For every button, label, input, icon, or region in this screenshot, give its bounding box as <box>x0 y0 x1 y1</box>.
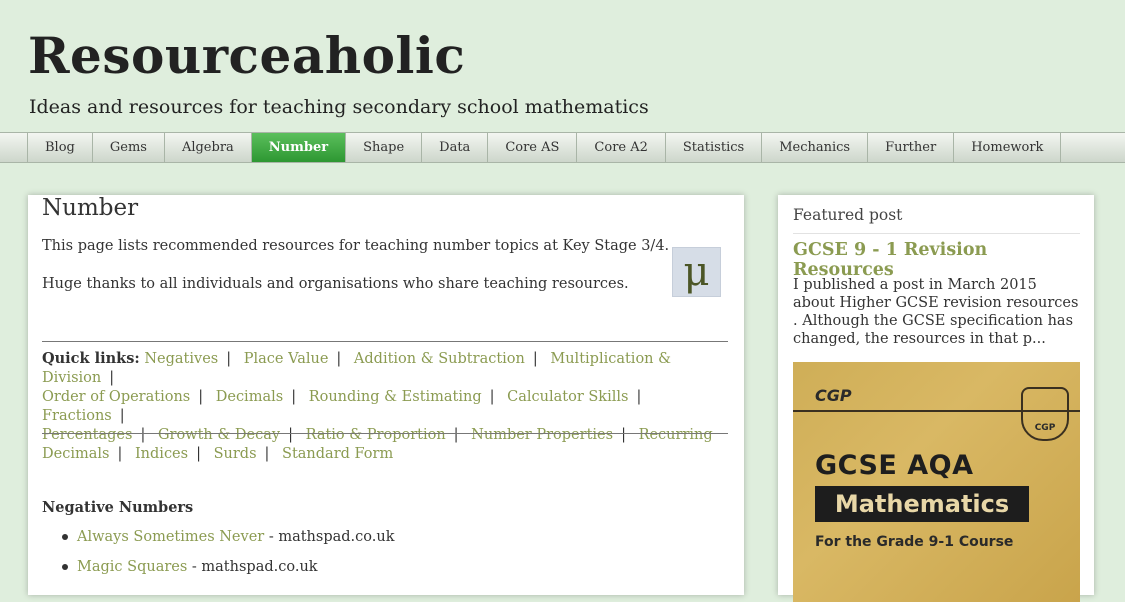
crest-icon: CGP <box>1021 387 1069 441</box>
tab-statistics[interactable]: Statistics <box>664 133 761 162</box>
crest-label: CGP <box>1034 423 1056 433</box>
quick-link-number-properties[interactable]: Number Properties <box>471 427 613 443</box>
book-title: GCSE AQA <box>815 450 974 481</box>
featured-post-title[interactable]: GCSE 9 - 1 Revision Resources <box>793 240 1094 280</box>
quick-link-order-of-operations[interactable]: Order of Operations <box>42 389 190 405</box>
quick-link-rounding-estimating[interactable]: Rounding & Estimating <box>309 389 482 405</box>
featured-post-heading: Featured post <box>793 206 903 224</box>
tab-core-as[interactable]: Core AS <box>487 133 576 162</box>
quick-link-addition-subtraction[interactable]: Addition & Subtraction <box>354 351 525 367</box>
quick-link-percentages[interactable]: Percentages <box>42 427 132 443</box>
section-heading: Negative Numbers <box>42 499 194 516</box>
nav-tabs: Blog Gems Algebra Number Shape Data Core… <box>0 132 1125 163</box>
intro-text: This page lists recommended resources fo… <box>42 238 670 254</box>
tab-data[interactable]: Data <box>421 133 487 162</box>
quick-link-place-value[interactable]: Place Value <box>244 351 329 367</box>
featured-post-image[interactable]: CGP CGP GCSE AQA Mathematics For the Gra… <box>793 362 1080 602</box>
quick-link-surds[interactable]: Surds <box>214 446 257 462</box>
resource-source: - mathspad.co.uk <box>187 559 318 575</box>
site-description: Ideas and resources for teaching seconda… <box>29 96 649 118</box>
page-title: Number <box>42 195 139 221</box>
divider-top <box>42 341 728 342</box>
tab-mechanics[interactable]: Mechanics <box>761 133 867 162</box>
quick-link-negatives[interactable]: Negatives <box>144 351 218 367</box>
featured-post-card: Featured post GCSE 9 - 1 Revision Resour… <box>778 195 1094 602</box>
resource-source: - mathspad.co.uk <box>264 529 395 545</box>
tab-number[interactable]: Number <box>250 133 346 162</box>
quick-link-standard-form[interactable]: Standard Form <box>282 446 393 462</box>
resource-link[interactable]: Magic Squares <box>77 559 187 575</box>
site-title[interactable]: Resourceaholic <box>28 26 465 85</box>
quick-link-indices[interactable]: Indices <box>135 446 188 462</box>
tab-algebra[interactable]: Algebra <box>163 133 251 162</box>
quick-links-label: Quick links: <box>42 350 140 367</box>
tab-further[interactable]: Further <box>867 133 953 162</box>
quick-link-ratio-proportion[interactable]: Ratio & Proportion <box>306 427 446 443</box>
tab-blog[interactable]: Blog <box>27 133 92 162</box>
quick-link-calculator-skills[interactable]: Calculator Skills <box>507 389 628 405</box>
book-brand: CGP <box>815 386 852 405</box>
book-subject: Mathematics <box>815 486 1029 522</box>
featured-divider <box>793 233 1080 234</box>
quick-link-growth-decay[interactable]: Growth & Decay <box>158 427 280 443</box>
resource-list: Always Sometimes Never - mathspad.co.uk … <box>42 527 395 587</box>
quick-link-decimals[interactable]: Decimals <box>216 389 283 405</box>
tab-core-a2[interactable]: Core A2 <box>576 133 664 162</box>
book-subtitle: For the Grade 9-1 Course <box>815 534 1014 550</box>
resource-link[interactable]: Always Sometimes Never <box>77 529 264 545</box>
main-content-card: Number This page lists recommended resou… <box>28 195 744 595</box>
list-item: Always Sometimes Never - mathspad.co.uk <box>42 527 395 557</box>
tab-homework[interactable]: Homework <box>953 133 1062 162</box>
thanks-text: Huge thanks to all individuals and organ… <box>42 276 629 292</box>
tab-gems[interactable]: Gems <box>91 133 164 162</box>
featured-post-excerpt: I published a post in March 2015 about H… <box>793 277 1079 347</box>
quick-link-fractions[interactable]: Fractions <box>42 408 112 424</box>
divider-bottom <box>42 433 728 434</box>
quick-links: Quick links: Negatives | Place Value | Add… <box>42 350 713 462</box>
tab-shape[interactable]: Shape <box>345 133 421 162</box>
mu-logo-image: μ <box>672 247 721 297</box>
